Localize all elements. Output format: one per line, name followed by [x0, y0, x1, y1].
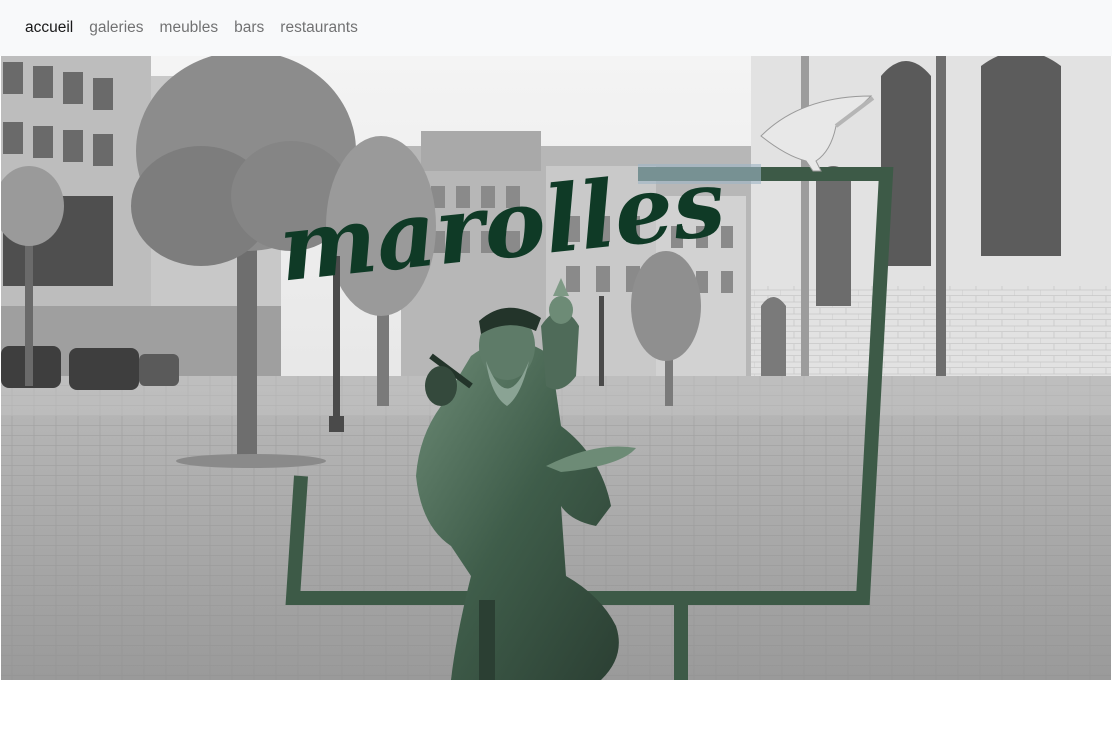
nav-item-meubles[interactable]: meubles: [152, 0, 227, 56]
nav-item-bars[interactable]: bars: [226, 0, 272, 56]
nav-item-restaurants[interactable]: restaurants: [272, 0, 366, 56]
nav-item-galeries[interactable]: galeries: [81, 0, 151, 56]
nav-item-accueil[interactable]: accueil: [17, 0, 81, 56]
page-blank-area: [0, 680, 1112, 735]
hero-image: marolles: [1, 56, 1111, 680]
hero-illustration: marolles: [1, 56, 1111, 680]
top-navbar: accueil galeries meubles bars restaurant…: [0, 0, 1112, 56]
